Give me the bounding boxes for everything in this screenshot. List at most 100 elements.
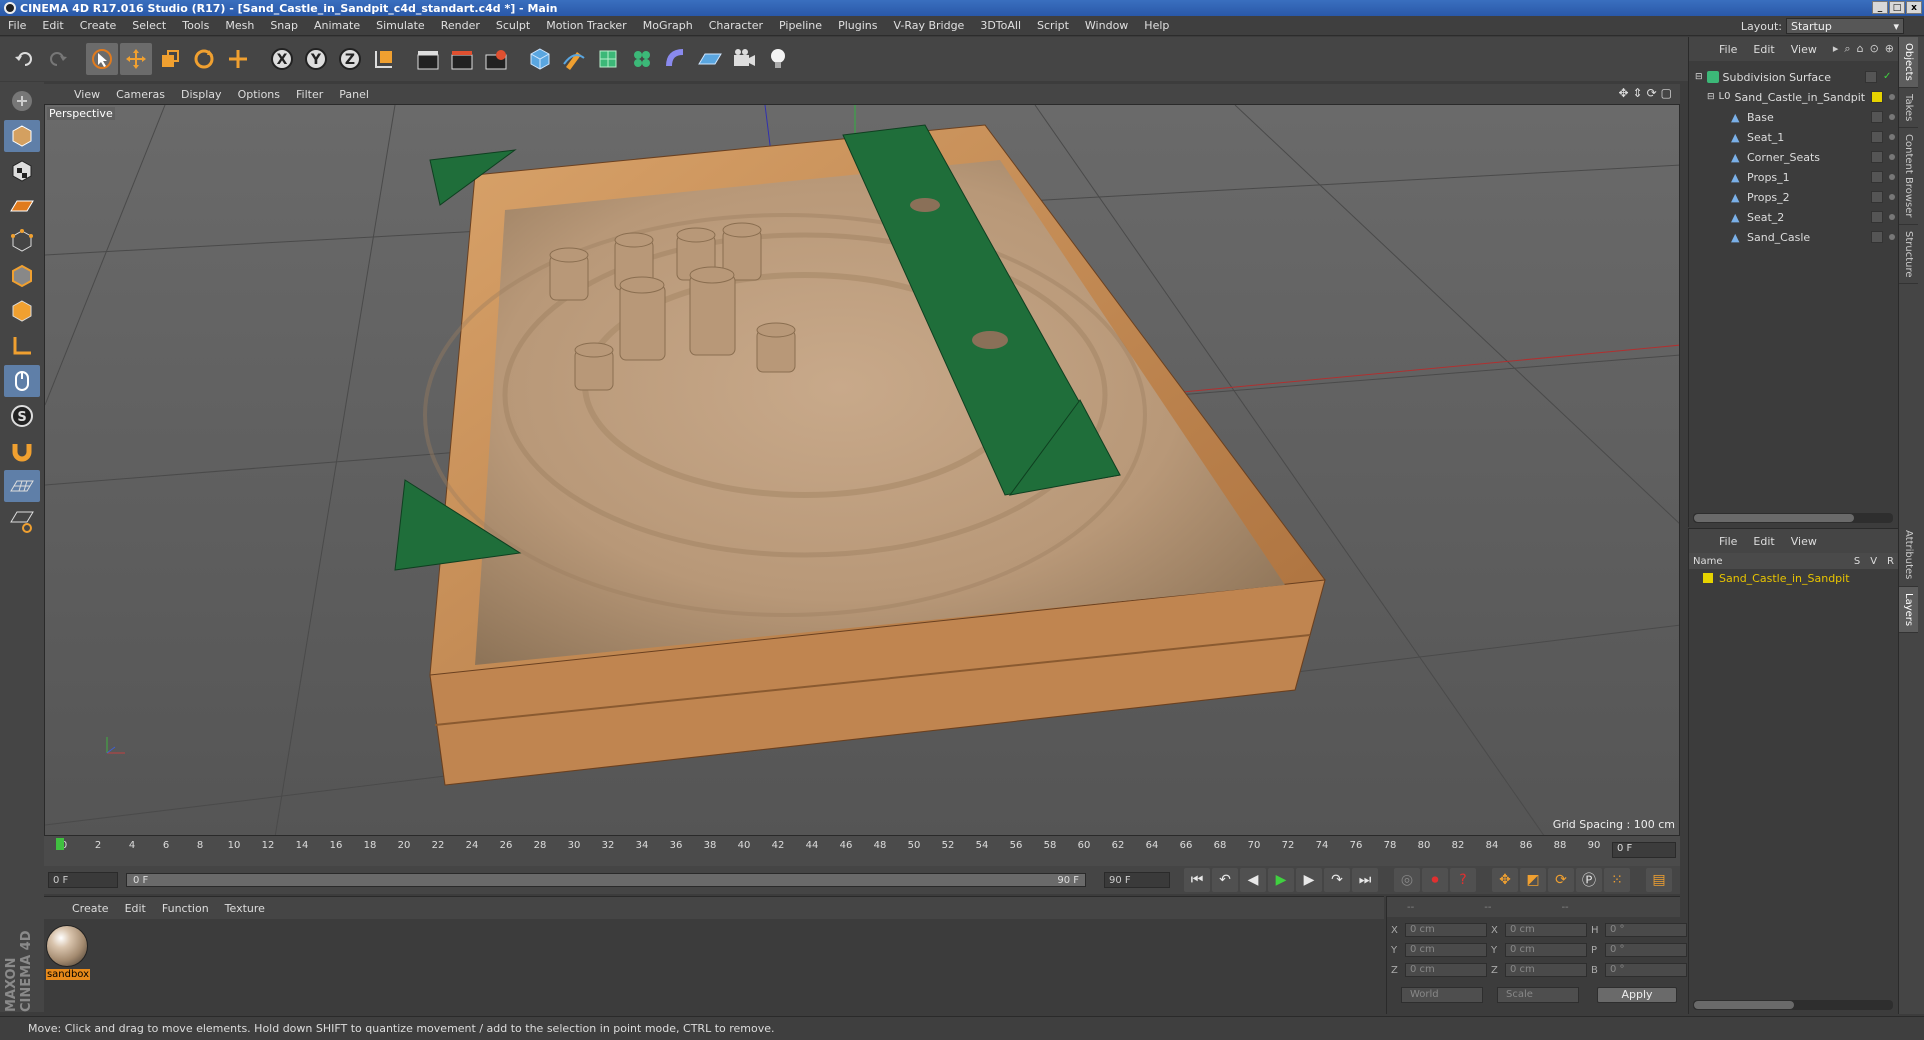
menu-file[interactable]: File — [0, 19, 34, 32]
menu-help[interactable]: Help — [1136, 19, 1177, 32]
x-axis-button[interactable]: X — [266, 43, 298, 75]
pos-x-field[interactable]: 0 cm — [1405, 923, 1487, 937]
z-axis-button[interactable]: Z — [334, 43, 366, 75]
viewport-menu-options[interactable]: Options — [230, 88, 288, 101]
layer-flag[interactable] — [1871, 151, 1883, 163]
render-settings-button[interactable] — [480, 43, 512, 75]
viewport-menu-filter[interactable]: Filter — [288, 88, 331, 101]
previous-key-button[interactable]: ↶ — [1212, 868, 1238, 892]
frame-range-slider[interactable]: 0 F 90 F — [126, 873, 1086, 887]
object-row[interactable]: ▲ Props_1 — [1689, 167, 1899, 187]
visibility-dot[interactable] — [1889, 134, 1895, 140]
next-frame-button[interactable]: ▶ — [1296, 868, 1322, 892]
world-dropdown[interactable]: World — [1401, 987, 1483, 1003]
workplane-align-button[interactable] — [4, 505, 40, 537]
object-row[interactable]: ⊟ Subdivision Surface ✓ — [1689, 67, 1899, 87]
menu-character[interactable]: Character — [701, 19, 771, 32]
om-menu-edit[interactable]: Edit — [1745, 43, 1782, 56]
record-parameter-button[interactable]: Ⓟ — [1576, 868, 1602, 892]
rotate-view-icon[interactable]: ⟳ — [1647, 86, 1657, 100]
layout-dropdown[interactable]: Startup ▾ — [1786, 18, 1904, 34]
collapse-icon[interactable]: ⊟ — [1707, 92, 1715, 102]
move-tool-button[interactable] — [120, 43, 152, 75]
layer-flag[interactable] — [1865, 71, 1877, 83]
texture-mode-button[interactable] — [4, 155, 40, 187]
transform-tool-button[interactable] — [222, 43, 254, 75]
menu-sculpt[interactable]: Sculpt — [488, 19, 538, 32]
go-to-end-button[interactable]: ⏭ — [1352, 868, 1378, 892]
search-icon[interactable]: ⌕ — [1844, 42, 1850, 56]
scrollbar-thumb[interactable] — [1694, 1001, 1794, 1009]
visibility-dot[interactable] — [1889, 114, 1895, 120]
viewport-menu-cameras[interactable]: Cameras — [108, 88, 173, 101]
go-to-start-button[interactable]: ⏮ — [1184, 868, 1210, 892]
menu-window[interactable]: Window — [1077, 19, 1136, 32]
tab-layers[interactable]: Layers — [1899, 586, 1918, 633]
toggle-panels-icon[interactable]: ▢ — [1661, 86, 1672, 100]
pos-y-field[interactable]: 0 cm — [1405, 943, 1487, 957]
size-y-field[interactable]: 0 cm — [1505, 943, 1587, 957]
tab-objects[interactable]: Objects — [1899, 37, 1918, 88]
size-z-field[interactable]: 0 cm — [1505, 963, 1587, 977]
deformer-button[interactable] — [660, 43, 692, 75]
model-mode-button[interactable] — [4, 120, 40, 152]
play-button[interactable]: ▶ — [1268, 868, 1294, 892]
current-frame-field[interactable]: 0 F — [1612, 842, 1676, 858]
redo-button[interactable] — [42, 43, 74, 75]
scale-dropdown[interactable]: Scale — [1497, 987, 1579, 1003]
object-row[interactable]: ▲ Sand_Casle — [1689, 227, 1899, 247]
new-window-icon[interactable]: ⊕ — [1885, 42, 1894, 56]
om-menu-view[interactable]: View — [1783, 43, 1825, 56]
record-scale-button[interactable]: ◩ — [1520, 868, 1546, 892]
visibility-dot[interactable] — [1889, 174, 1895, 180]
end-frame-field[interactable]: 90 F — [1104, 872, 1170, 888]
cloner-button[interactable] — [626, 43, 658, 75]
menu-tools[interactable]: Tools — [174, 19, 217, 32]
previous-frame-button[interactable]: ◀ — [1240, 868, 1266, 892]
object-row[interactable]: ▲ Seat_1 — [1689, 127, 1899, 147]
menu-select[interactable]: Select — [124, 19, 174, 32]
scale-tool-button[interactable] — [154, 43, 186, 75]
floor-button[interactable] — [694, 43, 726, 75]
record-keys-button[interactable]: ◎ — [1394, 868, 1420, 892]
tweak-mode-button[interactable] — [4, 365, 40, 397]
viewport-menu-display[interactable]: Display — [173, 88, 230, 101]
rot-b-field[interactable]: 0 ° — [1605, 963, 1687, 977]
viewport-menu-panel[interactable]: Panel — [331, 88, 377, 101]
layer-name-column[interactable]: Name — [1693, 556, 1723, 567]
object-row[interactable]: ⊟ L0 Sand_Castle_in_Sandpit — [1689, 87, 1899, 107]
layer-flag[interactable] — [1871, 231, 1883, 243]
lm-menu-file[interactable]: File — [1711, 535, 1745, 548]
object-row[interactable]: ▲ Props_2 — [1689, 187, 1899, 207]
record-point-level-button[interactable]: ⁙ — [1604, 868, 1630, 892]
render-view-button[interactable] — [412, 43, 444, 75]
render-column[interactable]: R — [1887, 556, 1894, 567]
layer-color-flag[interactable] — [1871, 91, 1883, 103]
visibility-dot[interactable] — [1889, 194, 1895, 200]
workplane-mode-button[interactable] — [4, 190, 40, 222]
render-to-picture-viewer-button[interactable] — [446, 43, 478, 75]
visibility-dot[interactable] — [1889, 94, 1895, 100]
lm-menu-edit[interactable]: Edit — [1745, 535, 1782, 548]
material-menu-function[interactable]: Function — [154, 902, 217, 915]
menu-create[interactable]: Create — [72, 19, 125, 32]
layer-manager-scrollbar[interactable] — [1693, 1000, 1893, 1010]
layer-color-swatch[interactable] — [1703, 573, 1713, 583]
autokeying-button[interactable]: ⏺ — [1422, 868, 1448, 892]
snap-button[interactable] — [4, 435, 40, 467]
zoom-view-icon[interactable]: ⇕ — [1633, 86, 1643, 100]
menu-simulate[interactable]: Simulate — [368, 19, 433, 32]
timeline-ruler[interactable]: 0 2 4 6 8 10 12 14 16 18 20 22 24 26 28 30 32 34 36 38 40 42 4… — [44, 836, 1680, 866]
menu-vray-bridge[interactable]: V-Ray Bridge — [885, 19, 972, 32]
lock-icon[interactable]: ⊙ — [1870, 42, 1879, 56]
menu-mograph[interactable]: MoGraph — [635, 19, 701, 32]
maximize-button[interactable]: □ — [1889, 1, 1905, 14]
menu-edit[interactable]: Edit — [34, 19, 71, 32]
camera-button[interactable] — [728, 43, 760, 75]
solo-button[interactable]: S — [4, 400, 40, 432]
close-button[interactable]: x — [1906, 1, 1922, 14]
layer-flag[interactable] — [1871, 191, 1883, 203]
layer-flag[interactable] — [1871, 131, 1883, 143]
tab-attributes[interactable]: Attributes — [1899, 524, 1918, 587]
3d-viewport[interactable]: Perspective Grid Spacing : 100 cm — [44, 104, 1680, 836]
